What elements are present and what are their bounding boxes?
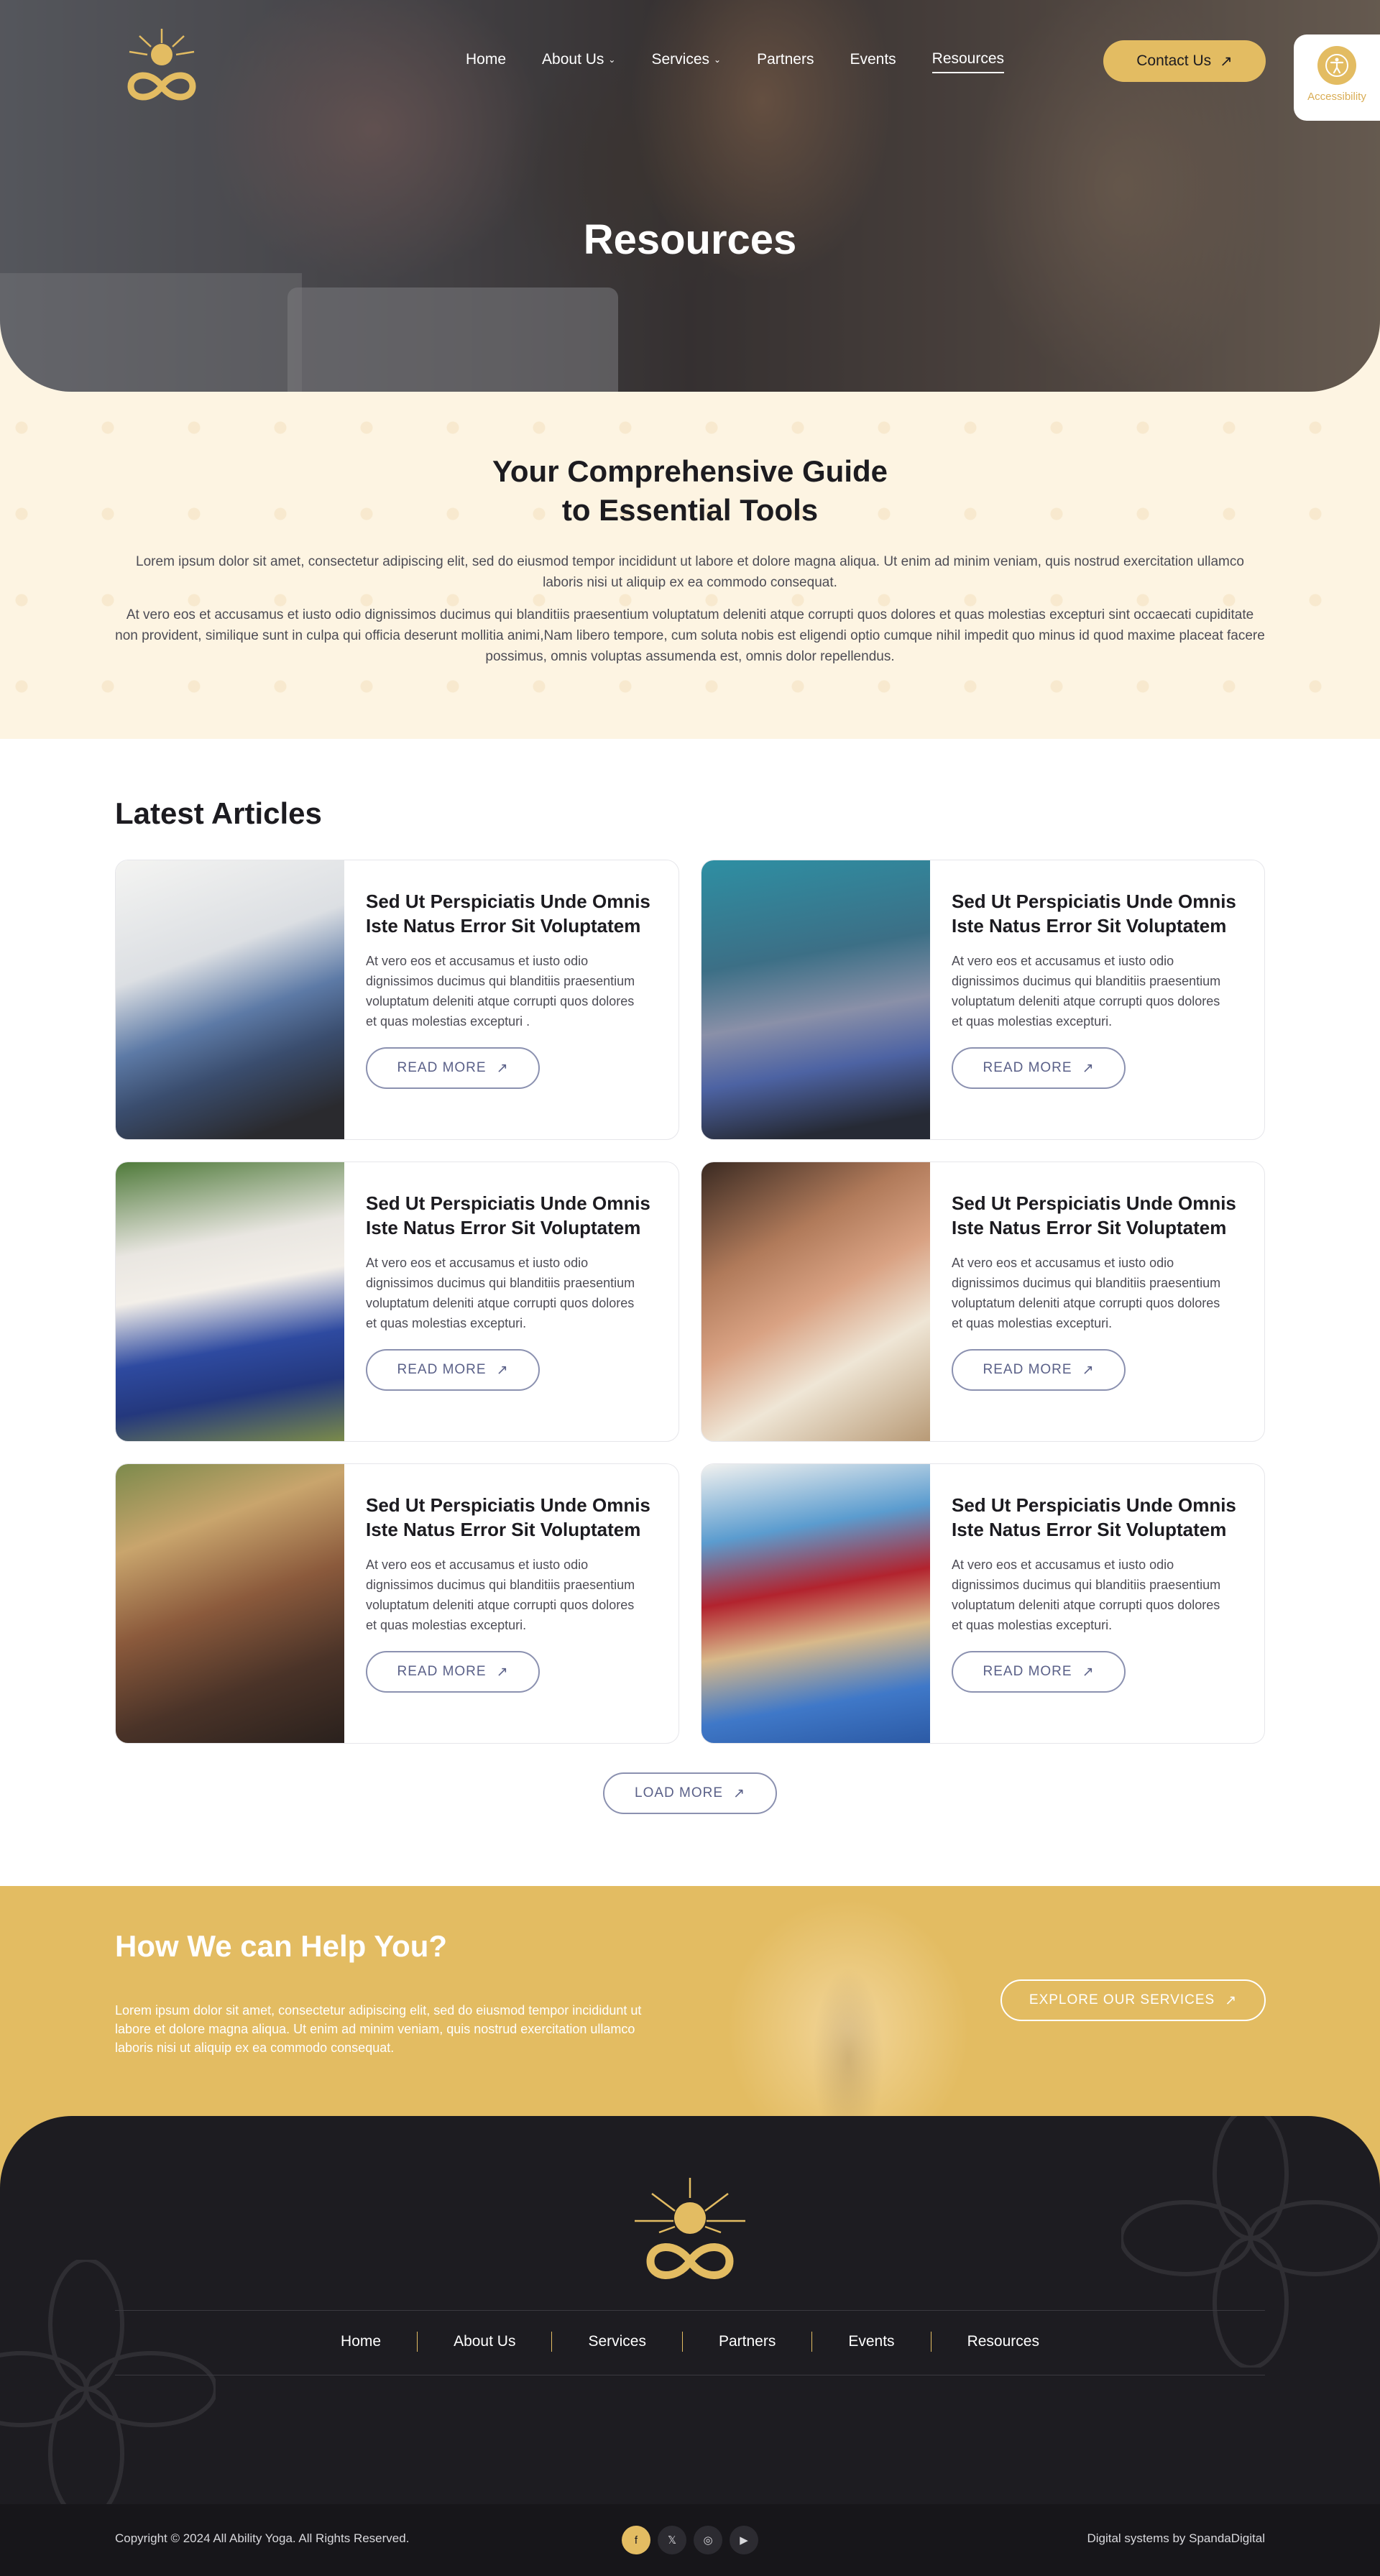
- article-card[interactable]: Sed Ut Perspiciatis Unde Omnis Iste Natu…: [115, 1162, 679, 1442]
- article-card[interactable]: Sed Ut Perspiciatis Unde Omnis Iste Natu…: [701, 1463, 1265, 1744]
- nav-link-home[interactable]: Home: [466, 50, 506, 73]
- credit-text[interactable]: Digital systems by SpandaDigital: [1087, 2531, 1265, 2546]
- article-excerpt: At vero eos et accusamus et iusto odio d…: [366, 954, 635, 1029]
- nav-links: Home About Us ⌄ Services ⌄ Partners Events…: [466, 50, 1040, 73]
- nav-link-services[interactable]: Services ⌄: [651, 50, 721, 73]
- load-more-button[interactable]: LOAD MORE ↗: [603, 1772, 777, 1814]
- page-title: Resources: [583, 216, 797, 263]
- accessibility-label: Accessibility: [1307, 91, 1366, 103]
- intro-heading: Your Comprehensive Guide to Essential To…: [492, 454, 888, 527]
- logo-icon[interactable]: [115, 23, 208, 106]
- arrow-up-right-icon: ↗: [1225, 1992, 1238, 2008]
- lotus-decoration-icon: [0, 2260, 216, 2504]
- nav-link-events[interactable]: Events: [850, 50, 896, 73]
- read-more-button[interactable]: READ MORE ↗: [366, 1047, 540, 1089]
- article-excerpt: At vero eos et accusamus et iusto odio d…: [952, 954, 1221, 1029]
- instagram-icon[interactable]: ◎: [694, 2526, 722, 2554]
- x-icon[interactable]: 𝕏: [658, 2526, 686, 2554]
- section-heading: Latest Articles: [115, 796, 322, 830]
- chevron-down-icon: ⌄: [608, 55, 616, 65]
- social-links: f 𝕏 ◎ ▶: [622, 2526, 758, 2554]
- footer-link-services[interactable]: Services: [552, 2333, 682, 2350]
- youtube-icon[interactable]: ▶: [730, 2526, 758, 2554]
- footer-link-about-us[interactable]: About Us: [418, 2333, 551, 2350]
- hero-photo-desk: [0, 273, 302, 392]
- article-card[interactable]: Sed Ut Perspiciatis Unde Omnis Iste Natu…: [701, 860, 1265, 1140]
- help-text: Lorem ipsum dolor sit amet, consectetur …: [115, 2003, 642, 2055]
- arrow-up-right-icon: ↗: [1082, 1362, 1095, 1378]
- read-more-button[interactable]: READ MORE ↗: [366, 1651, 540, 1693]
- articles-grid: Sed Ut Perspiciatis Unde Omnis Iste Natu…: [115, 860, 1265, 1744]
- arrow-up-right-icon: ↗: [733, 1785, 745, 1801]
- group-meditation-photo: [116, 1464, 344, 1743]
- latest-articles-section: Latest Articles Sed Ut Perspiciatis Unde…: [0, 739, 1380, 1857]
- footer-divider: [115, 2310, 1265, 2311]
- contact-us-button[interactable]: Contact Us ↗: [1103, 40, 1266, 82]
- help-heading: How We can Help You?: [115, 1929, 448, 1963]
- footer-bottom-bar: Copyright © 2024 All Ability Yoga. All R…: [0, 2504, 1380, 2576]
- article-excerpt: At vero eos et accusamus et iusto odio d…: [366, 1256, 635, 1330]
- accessibility-widget[interactable]: Accessibility: [1294, 34, 1380, 121]
- copyright-text: Copyright © 2024 All Ability Yoga. All R…: [115, 2531, 410, 2545]
- hero-banner: Home About Us ⌄ Services ⌄ Partners Events…: [0, 0, 1380, 392]
- explore-services-button[interactable]: EXPLORE OUR SERVICES ↗: [1000, 1979, 1266, 2021]
- intro-paragraph-2: At vero eos et accusamus et iusto odio d…: [115, 607, 1265, 664]
- footer-nav: Home About Us Services Partners Events R…: [0, 2332, 1380, 2352]
- wheelchair-therapy-photo: [702, 860, 930, 1139]
- article-excerpt: At vero eos et accusamus et iusto odio d…: [366, 1558, 635, 1632]
- arrow-up-right-icon: ↗: [1082, 1060, 1095, 1076]
- arrow-up-right-icon: ↗: [496, 1060, 509, 1076]
- article-card[interactable]: Sed Ut Perspiciatis Unde Omnis Iste Natu…: [115, 860, 679, 1140]
- foot-massage-photo: [702, 1162, 930, 1441]
- article-title[interactable]: Sed Ut Perspiciatis Unde Omnis Iste Natu…: [952, 889, 1243, 938]
- article-title[interactable]: Sed Ut Perspiciatis Unde Omnis Iste Natu…: [952, 1191, 1243, 1240]
- read-more-button[interactable]: READ MORE ↗: [952, 1349, 1126, 1391]
- arrow-up-right-icon: ↗: [1220, 52, 1233, 70]
- main-nav: Home About Us ⌄ Services ⌄ Partners Events…: [0, 0, 1380, 122]
- intro-paragraph-1: Lorem ipsum dolor sit amet, consectetur …: [136, 554, 1244, 590]
- article-title[interactable]: Sed Ut Perspiciatis Unde Omnis Iste Natu…: [366, 889, 657, 938]
- footer: Home About Us Services Partners Events R…: [0, 2116, 1380, 2504]
- article-excerpt: At vero eos et accusamus et iusto odio d…: [952, 1256, 1221, 1330]
- nav-link-about-us[interactable]: About Us ⌄: [542, 50, 615, 73]
- seated-yoga-photo: [116, 1162, 344, 1441]
- article-title[interactable]: Sed Ut Perspiciatis Unde Omnis Iste Natu…: [952, 1493, 1243, 1542]
- chevron-down-icon: ⌄: [714, 55, 722, 65]
- read-more-button[interactable]: READ MORE ↗: [366, 1349, 540, 1391]
- article-excerpt: At vero eos et accusamus et iusto odio d…: [952, 1558, 1221, 1632]
- read-more-button[interactable]: READ MORE ↗: [952, 1651, 1126, 1693]
- nav-link-resources[interactable]: Resources: [932, 50, 1005, 73]
- article-title[interactable]: Sed Ut Perspiciatis Unde Omnis Iste Natu…: [366, 1493, 657, 1542]
- article-card[interactable]: Sed Ut Perspiciatis Unde Omnis Iste Natu…: [701, 1162, 1265, 1442]
- article-card[interactable]: Sed Ut Perspiciatis Unde Omnis Iste Natu…: [115, 1463, 679, 1744]
- hero-photo-laptop: [288, 288, 618, 392]
- arrow-up-right-icon: ↗: [496, 1362, 509, 1378]
- footer-logo-icon[interactable]: [630, 2174, 750, 2288]
- footer-link-home[interactable]: Home: [305, 2333, 417, 2350]
- footer-link-resources[interactable]: Resources: [932, 2333, 1075, 2350]
- band-exercise-photo: [702, 1464, 930, 1743]
- facebook-icon[interactable]: f: [622, 2526, 650, 2554]
- lotus-decoration-icon: [1121, 2116, 1380, 2368]
- accessibility-icon: [1317, 46, 1356, 85]
- stretching-therapy-photo: [116, 860, 344, 1139]
- read-more-button[interactable]: READ MORE ↗: [952, 1047, 1126, 1089]
- nav-link-partners[interactable]: Partners: [757, 50, 814, 73]
- arrow-up-right-icon: ↗: [496, 1664, 509, 1680]
- footer-link-partners[interactable]: Partners: [683, 2333, 811, 2350]
- article-title[interactable]: Sed Ut Perspiciatis Unde Omnis Iste Natu…: [366, 1191, 657, 1240]
- arrow-up-right-icon: ↗: [1082, 1664, 1095, 1680]
- footer-link-events[interactable]: Events: [812, 2333, 930, 2350]
